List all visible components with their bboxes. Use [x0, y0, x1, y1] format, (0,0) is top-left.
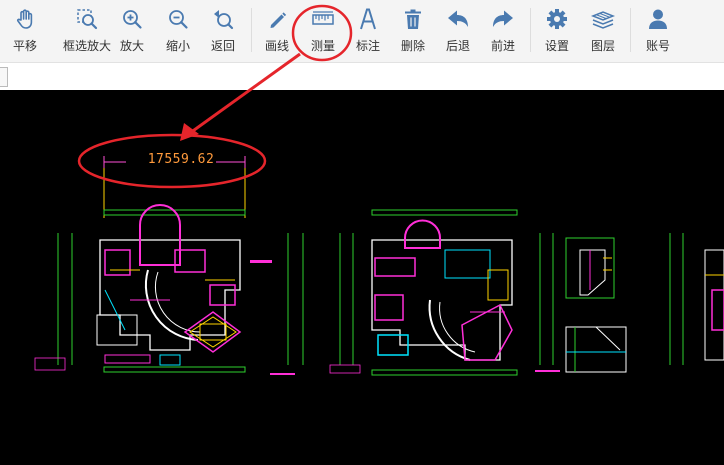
account-button[interactable]: 账号: [634, 6, 682, 56]
zoom-in-label: 放大: [119, 39, 144, 53]
undo-arrow-icon: [448, 10, 468, 27]
redo-button[interactable]: 前进: [479, 6, 527, 56]
pan-hand-icon: [17, 9, 33, 29]
floor-plan-1: [34, 204, 304, 375]
user-icon: [649, 9, 667, 29]
zoom-out-icon: [169, 10, 188, 29]
toolbar: 平移 框选放大 放大 缩小 返回 画线 测量 标注 删除 后退 前进 设置 图层…: [0, 0, 724, 62]
floor-plan-3-partial: [669, 233, 724, 365]
cad-canvas[interactable]: 17559.62: [0, 90, 724, 465]
gear-icon: [547, 9, 567, 29]
delete-label: 删除: [400, 39, 425, 53]
draw-line-button[interactable]: 画线: [253, 6, 301, 56]
measure-label: 测量: [310, 39, 335, 53]
pencil-icon: [270, 12, 287, 28]
zoom-out-label: 缩小: [165, 39, 190, 53]
pan-label: 平移: [12, 39, 37, 53]
settings-label: 设置: [544, 39, 569, 53]
zoom-in-button[interactable]: 放大: [108, 6, 156, 56]
ruler-icon: [312, 11, 334, 25]
layers-icon: [590, 11, 616, 29]
text-a-icon: [360, 8, 376, 30]
redo-label: 前进: [490, 39, 515, 53]
zoom-out-button[interactable]: 缩小: [154, 6, 202, 56]
box-zoom-icon: [77, 9, 98, 30]
drawing-tab-handle[interactable]: [0, 67, 8, 87]
measure-button[interactable]: 测量: [299, 6, 347, 56]
pan-button[interactable]: 平移: [1, 6, 49, 56]
zoom-in-icon: [123, 10, 142, 29]
annotate-button[interactable]: 标注: [344, 6, 392, 56]
toolbar-separator: [530, 8, 531, 52]
undo-button[interactable]: 后退: [434, 6, 482, 56]
floor-plan-2: [329, 209, 560, 376]
delete-button[interactable]: 删除: [389, 6, 437, 56]
layers-button[interactable]: 图层: [579, 6, 627, 56]
toolbar-separator: [251, 8, 252, 52]
annotate-label: 标注: [355, 39, 380, 53]
trash-icon: [405, 9, 421, 29]
settings-button[interactable]: 设置: [533, 6, 581, 56]
return-button[interactable]: 返回: [199, 6, 247, 56]
draw-line-label: 画线: [264, 39, 289, 53]
account-label: 账号: [645, 39, 670, 53]
return-icon: [214, 10, 234, 30]
return-label: 返回: [210, 39, 235, 53]
redo-arrow-icon: [493, 10, 513, 27]
layers-label: 图层: [590, 39, 615, 53]
section-details: [565, 237, 627, 373]
toolbar-separator: [630, 8, 631, 52]
cad-drawing: [34, 156, 724, 376]
undo-label: 后退: [445, 39, 470, 53]
measurement-value: 17559.62: [147, 152, 215, 167]
drawing-tab-strip: [0, 62, 724, 90]
